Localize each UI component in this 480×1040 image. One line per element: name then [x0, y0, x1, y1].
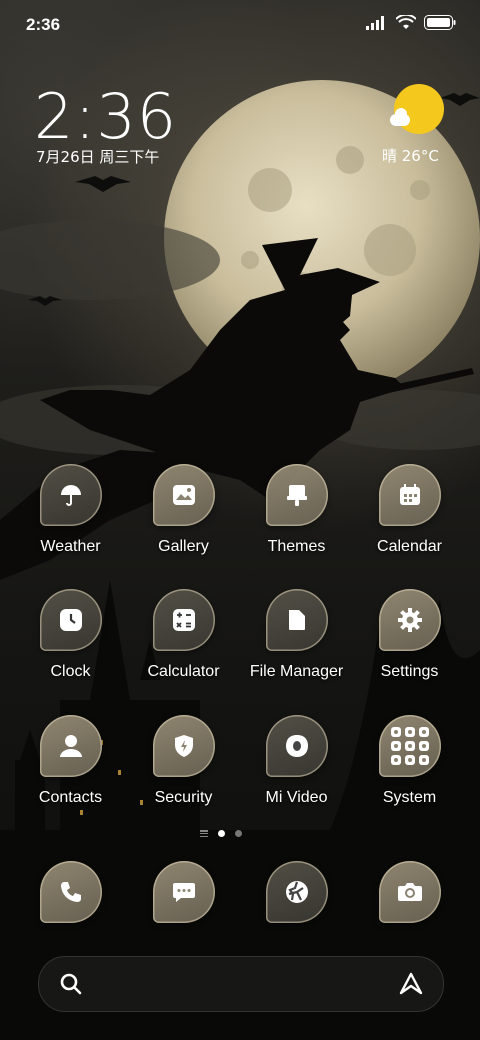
brush-icon: [287, 485, 307, 506]
app-icon-tile: [266, 589, 328, 651]
dock-phone[interactable]: [14, 861, 127, 927]
assistant-icon[interactable]: [397, 971, 425, 997]
app-themes[interactable]: Themes: [240, 464, 353, 574]
app-gallery[interactable]: Gallery: [127, 464, 240, 574]
app-label: Themes: [267, 538, 326, 555]
app-label: Mi Video: [265, 789, 328, 806]
app-mi-video[interactable]: Mi Video: [240, 715, 353, 825]
app-icon-tile: [40, 715, 102, 777]
dock-messages[interactable]: [127, 861, 240, 927]
app-weather[interactable]: Weather: [14, 464, 127, 574]
clock-widget-date: 7月26日 周三下午: [36, 148, 160, 166]
phone-icon: [61, 882, 81, 902]
cloud-icon: [390, 108, 410, 126]
wifi-icon: [396, 15, 416, 29]
image-icon: [173, 485, 195, 505]
page-dot-active: [218, 830, 225, 837]
app-icon-tile: [379, 589, 441, 651]
app-label: Settings: [380, 663, 439, 680]
app-icon-tile: [153, 589, 215, 651]
calculator-icon: [173, 609, 195, 631]
app-system-folder[interactable]: System: [353, 715, 466, 825]
app-icon-tile: [153, 861, 215, 923]
battery-icon: [424, 15, 456, 30]
status-icons: [366, 15, 456, 30]
app-label: Clock: [50, 663, 91, 680]
app-icon-tile: [379, 715, 441, 777]
app-label: System: [382, 789, 437, 806]
app-calendar[interactable]: Calendar: [353, 464, 466, 574]
app-settings[interactable]: Settings: [353, 589, 466, 699]
app-label: Weather: [40, 538, 101, 555]
app-label: File Manager: [249, 663, 344, 680]
search-bar[interactable]: [38, 956, 444, 1012]
app-label: Gallery: [158, 538, 209, 555]
app-label: Contacts: [38, 789, 103, 806]
browser-icon: [286, 881, 308, 903]
message-icon: [173, 883, 195, 902]
status-time: 2:36: [26, 15, 61, 34]
shield-icon: [175, 735, 193, 757]
dock-browser[interactable]: [240, 861, 353, 927]
search-icon[interactable]: [59, 972, 83, 996]
app-label: Calendar: [377, 538, 442, 555]
app-icon-tile: [153, 464, 215, 526]
clock-widget-time[interactable]: 2:36: [34, 80, 177, 153]
app-icon-tile: [40, 464, 102, 526]
page-menu-icon: [200, 830, 208, 837]
app-clock[interactable]: Clock: [14, 589, 127, 699]
gear-icon: [398, 608, 422, 632]
folder-icon: [289, 610, 305, 630]
home-screen: 2:36 2:36 7月26日 周三下午 晴 26°C Weather Gall…: [0, 0, 480, 1040]
app-icon-tile: [379, 464, 441, 526]
app-icon-tile: [266, 861, 328, 923]
app-icon-tile: [266, 464, 328, 526]
app-icon-tile: [379, 861, 441, 923]
app-label: Calculator: [147, 663, 220, 680]
dock-camera[interactable]: [353, 861, 466, 927]
umbrella-icon: [61, 485, 81, 506]
app-icon-tile: [40, 589, 102, 651]
weather-widget[interactable]: 晴 26°C: [382, 84, 444, 165]
app-file-manager[interactable]: File Manager: [240, 589, 353, 699]
signal-icon: [366, 15, 384, 30]
weather-widget-text: 晴 26°C: [382, 147, 439, 165]
camera-icon: [398, 883, 422, 901]
app-contacts[interactable]: Contacts: [14, 715, 127, 825]
calendar-icon: [400, 484, 420, 505]
person-icon: [60, 735, 82, 757]
app-security[interactable]: Security: [127, 715, 240, 825]
app-label: Security: [154, 789, 213, 806]
app-calculator[interactable]: Calculator: [127, 589, 240, 699]
status-bar: 2:36: [0, 0, 480, 50]
app-icon-tile: [153, 715, 215, 777]
clock-icon: [60, 609, 82, 631]
folder-grid-icon: [391, 727, 429, 765]
video-icon: [286, 735, 308, 757]
app-icon-tile: [266, 715, 328, 777]
page-dot: [235, 830, 242, 837]
app-icon-tile: [40, 861, 102, 923]
page-indicator[interactable]: [200, 830, 242, 837]
